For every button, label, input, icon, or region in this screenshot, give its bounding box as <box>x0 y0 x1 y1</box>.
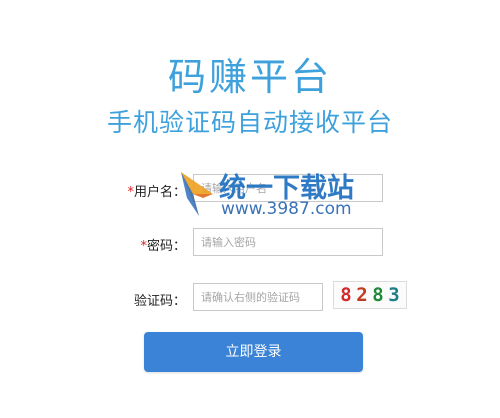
captcha-digit: 8 <box>340 284 352 306</box>
captcha-label-text: 验证码： <box>133 294 186 309</box>
captcha-digit: 3 <box>388 284 400 306</box>
captcha-digit: 2 <box>356 284 368 306</box>
page-title: 码赚平台 <box>167 55 332 99</box>
password-label-text: 密码： <box>146 239 186 254</box>
password-row: *密码： <box>0 228 500 260</box>
captcha-label: 验证码： <box>134 290 186 309</box>
captcha-row: 验证码： 8283 <box>0 281 500 315</box>
captcha-input[interactable] <box>193 283 323 311</box>
username-label: *用户名： <box>127 181 186 200</box>
password-input[interactable] <box>193 228 383 256</box>
login-button[interactable]: 立即登录 <box>144 332 363 372</box>
password-label: *密码： <box>140 235 186 254</box>
download-site-logo-icon <box>181 172 213 216</box>
page-subtitle: 手机验证码自动接收平台 <box>106 108 393 137</box>
captcha-digit: 8 <box>372 284 384 306</box>
captcha-image[interactable]: 8283 <box>333 281 407 309</box>
watermark: 统一下载站 www.3987.com <box>179 166 354 224</box>
watermark-url: www.3987.com <box>221 199 352 219</box>
